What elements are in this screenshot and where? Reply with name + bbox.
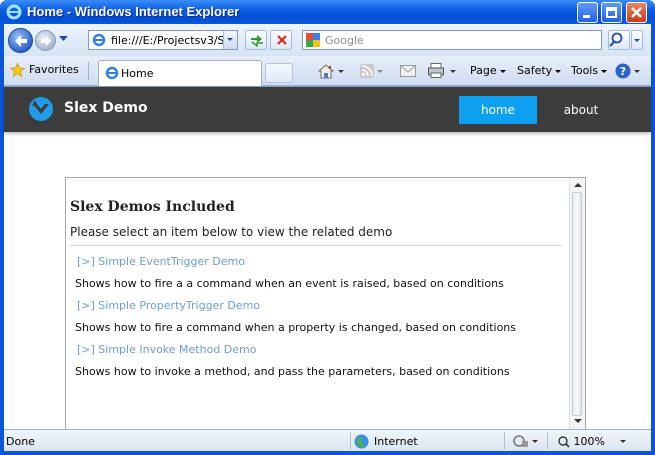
- minimize-button[interactable]: [577, 2, 598, 23]
- favorites-button[interactable]: Favorites: [10, 63, 79, 77]
- title-bar[interactable]: Home - Windows Internet Explorer: [0, 0, 655, 24]
- demo-link-invoke-method[interactable]: [>] Simple Invoke Method Demo: [77, 343, 257, 356]
- forward-button[interactable]: [35, 30, 56, 51]
- address-bar[interactable]: file:///E:/Projectsv3/Sl: [88, 30, 238, 50]
- nav-about-link[interactable]: about: [557, 96, 605, 124]
- chevron-down-icon[interactable]: [338, 70, 344, 74]
- back-button[interactable]: [8, 28, 33, 53]
- chevron-down-icon[interactable]: [634, 70, 640, 74]
- chevron-down-icon: [634, 39, 640, 42]
- site-brand[interactable]: Slex Demo: [64, 100, 148, 116]
- ie-logo-icon: [6, 4, 22, 20]
- chevron-down-icon[interactable]: [450, 70, 456, 74]
- window-title: Home - Windows Internet Explorer: [27, 4, 240, 19]
- search-icon: [609, 32, 623, 47]
- close-icon: [631, 7, 642, 18]
- minimize-icon: [583, 15, 590, 18]
- google-icon: [306, 33, 320, 47]
- divider: [504, 432, 505, 449]
- divider: [547, 432, 548, 449]
- safety-menu-label: Safety: [517, 64, 553, 77]
- security-zone-label[interactable]: Internet: [374, 435, 418, 448]
- browser-client: file:///E:/Projectsv3/Sl Google Favorite…: [4, 24, 651, 451]
- vertical-scrollbar[interactable]: [569, 178, 585, 429]
- search-options-button[interactable]: [631, 30, 643, 50]
- tools-menu[interactable]: Tools: [571, 64, 608, 77]
- demo-link-property-trigger[interactable]: [>] Simple PropertyTrigger Demo: [77, 299, 260, 312]
- refresh-icon: [251, 35, 263, 47]
- stop-icon: [277, 35, 287, 45]
- tab-home[interactable]: Home: [98, 60, 262, 86]
- safety-menu[interactable]: Safety: [517, 64, 562, 77]
- page-ie-icon: [105, 66, 119, 80]
- close-button[interactable]: [626, 2, 647, 23]
- zoom-level: 100%: [573, 435, 605, 448]
- back-arrow-icon: [14, 34, 27, 47]
- demo-description: Shows how to fire a command when a prope…: [75, 321, 517, 334]
- page-ie-icon: [92, 33, 106, 47]
- nav-home-link[interactable]: home: [459, 96, 537, 124]
- divider: [350, 432, 351, 449]
- scroll-up-icon[interactable]: [574, 183, 582, 187]
- navigation-bar: file:///E:/Projectsv3/Sl Google: [4, 24, 651, 56]
- status-text: Done: [6, 435, 35, 448]
- page-viewport: Slex Demo home about Slex Demos Included…: [4, 86, 651, 430]
- zoom-icon: [558, 436, 570, 448]
- divider: [88, 62, 89, 80]
- address-dropdown-button[interactable]: [223, 31, 237, 49]
- favorites-label: Favorites: [29, 63, 79, 76]
- feeds-icon[interactable]: [360, 64, 374, 78]
- print-icon[interactable]: [428, 63, 444, 78]
- site-header: Slex Demo home about: [4, 87, 651, 132]
- protected-mode-icon[interactable]: [513, 435, 529, 448]
- zoom-control[interactable]: 100%: [558, 435, 605, 448]
- history-dropdown-icon[interactable]: [59, 36, 68, 42]
- panel-title: Slex Demos Included: [70, 199, 235, 215]
- chevron-down-icon[interactable]: [620, 440, 626, 444]
- browser-window: Home - Windows Internet Explorer file://…: [0, 0, 655, 455]
- maximize-button[interactable]: [601, 2, 622, 23]
- demo-description: Shows how to invoke a method, and pass t…: [75, 365, 510, 378]
- status-bar: Done Internet 100%: [4, 429, 651, 451]
- chevron-down-icon: [227, 38, 233, 41]
- demo-link-event-trigger[interactable]: [>] Simple EventTrigger Demo: [77, 255, 245, 268]
- globe-icon: [354, 434, 369, 449]
- search-input[interactable]: Google: [325, 34, 364, 47]
- tab-label: Home: [121, 67, 154, 80]
- page-menu[interactable]: Page: [470, 64, 506, 77]
- demos-panel: Slex Demos Included Please select an ite…: [65, 177, 586, 430]
- stop-button[interactable]: [270, 30, 292, 50]
- chevron-down-icon[interactable]: [532, 440, 538, 444]
- new-tab-button[interactable]: [265, 63, 293, 83]
- search-button[interactable]: [608, 30, 630, 50]
- search-box[interactable]: Google: [302, 30, 602, 50]
- divider: [70, 245, 562, 246]
- forward-arrow-icon: [40, 35, 51, 46]
- favorites-bar: Favorites Home Page Safety Tools ?: [4, 56, 651, 86]
- slex-logo-icon: [29, 97, 53, 121]
- svg-text:?: ?: [620, 65, 626, 78]
- mail-icon[interactable]: [400, 65, 416, 77]
- maximize-icon: [606, 7, 617, 18]
- home-icon[interactable]: [318, 64, 334, 79]
- tools-menu-label: Tools: [571, 64, 599, 77]
- chevron-down-icon[interactable]: [377, 70, 383, 74]
- demo-description: Shows how to fire a a command when an ev…: [75, 277, 504, 290]
- scroll-down-icon[interactable]: [574, 419, 582, 423]
- address-input[interactable]: file:///E:/Projectsv3/Sl: [111, 34, 223, 47]
- refresh-button[interactable]: [245, 30, 267, 50]
- page-menu-label: Page: [470, 64, 497, 77]
- help-icon[interactable]: ?: [615, 63, 631, 79]
- scroll-thumb[interactable]: [572, 192, 582, 416]
- panel-subtitle: Please select an item below to view the …: [70, 225, 393, 239]
- star-icon: [10, 63, 25, 77]
